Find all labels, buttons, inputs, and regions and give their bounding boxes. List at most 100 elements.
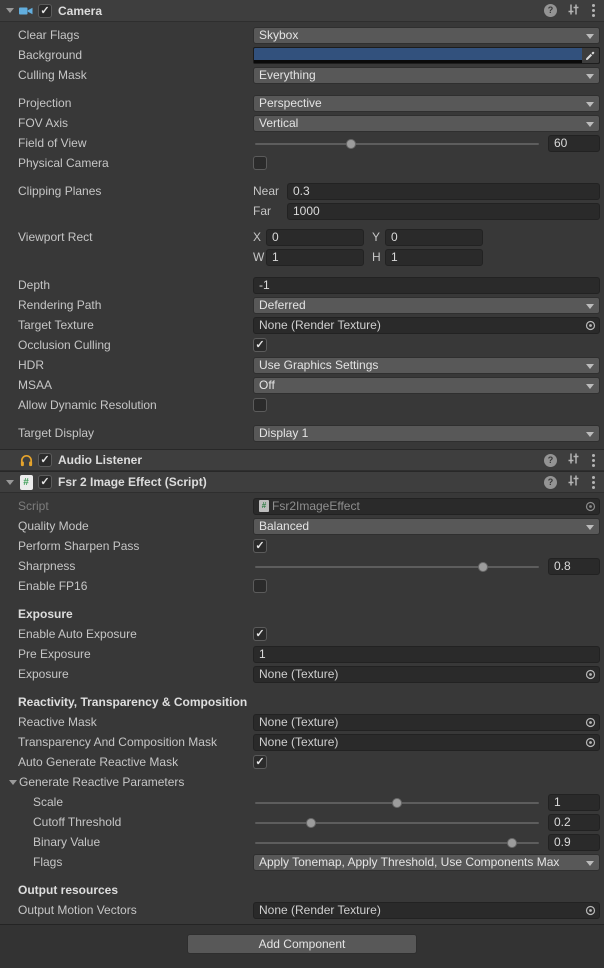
object-picker-icon[interactable] [583,319,597,332]
msaa-dropdown[interactable]: Off [253,377,600,394]
presets-icon[interactable] [567,452,580,468]
reactive-mask-row: Reactive Mask None (Texture) [0,712,604,732]
binary-value-slider[interactable] [253,834,541,851]
scale-slider[interactable] [253,794,541,811]
fsr2-enabled-checkbox[interactable]: ✓ [38,475,52,489]
y-axis-label: Y [372,230,385,244]
scale-input[interactable]: 1 [548,794,600,811]
slider-thumb[interactable] [392,798,402,808]
slider-thumb[interactable] [346,139,356,149]
kebab-menu-icon[interactable] [590,454,597,467]
help-icon[interactable]: ? [544,454,557,467]
add-component-button[interactable]: Add Component [187,934,417,954]
sharpness-input[interactable]: 0.8 [548,558,600,575]
foldout-arrow-icon[interactable] [7,776,19,788]
viewport-x-input[interactable]: 0 [266,229,364,246]
audio-listener-component-header: ✓ Audio Listener ? [0,449,604,471]
target-display-row: Target Display Display 1 [0,423,604,443]
auto-generate-reactive-mask-checkbox[interactable]: ✓ [253,755,267,769]
projection-dropdown[interactable]: Perspective [253,95,600,112]
transparency-mask-value: None (Texture) [259,735,338,749]
quality-mode-label: Quality Mode [18,519,253,533]
background-color-swatch[interactable] [254,48,582,60]
binary-value-input[interactable]: 0.9 [548,834,600,851]
foldout-arrow-icon[interactable] [4,476,16,488]
slider-track[interactable] [255,143,539,145]
culling-mask-dropdown[interactable]: Everything [253,67,600,84]
help-icon[interactable]: ? [544,476,557,489]
slider-thumb[interactable] [306,818,316,828]
help-icon[interactable]: ? [544,4,557,17]
hdr-dropdown[interactable]: Use Graphics Settings [253,357,600,374]
slider-thumb[interactable] [478,562,488,572]
object-picker-icon[interactable] [583,668,597,681]
output-motion-vectors-object-field[interactable]: None (Render Texture) [253,902,600,919]
object-picker-icon[interactable] [583,500,597,513]
slider-track[interactable] [255,566,539,568]
cutoff-threshold-input[interactable]: 0.2 [548,814,600,831]
near-input[interactable]: 0.3 [287,183,600,200]
allow-dynamic-resolution-label: Allow Dynamic Resolution [18,398,253,412]
reactivity-section-header: Reactivity, Transparency & Composition [0,692,604,712]
flags-dropdown[interactable]: Apply Tonemap, Apply Threshold, Use Comp… [253,854,600,871]
field-of-view-slider[interactable] [253,135,541,152]
pre-exposure-input[interactable]: 1 [253,646,600,663]
target-texture-object-field[interactable]: None (Render Texture) [253,317,600,334]
slider-track[interactable] [255,842,539,844]
projection-row: Projection Perspective [0,93,604,113]
script-icon: # [18,474,34,490]
transparency-mask-object-field[interactable]: None (Texture) [253,734,600,751]
headphones-icon [18,452,34,468]
camera-enabled-checkbox[interactable]: ✓ [38,4,52,18]
exposure-object-field[interactable]: None (Texture) [253,666,600,683]
slider-track[interactable] [255,822,539,824]
culling-mask-row: Culling Mask Everything [0,65,604,85]
kebab-menu-icon[interactable] [590,4,597,17]
enable-auto-exposure-checkbox[interactable]: ✓ [253,627,267,641]
physical-camera-checkbox[interactable] [253,156,267,170]
script-object-field[interactable]: # Fsr2ImageEffect [253,498,600,515]
far-label: Far [253,204,287,218]
audio-listener-enabled-checkbox[interactable]: ✓ [38,453,52,467]
generate-reactive-parameters-label: Generate Reactive Parameters [19,775,184,789]
clipping-planes-near-row: Clipping Planes Near 0.3 [0,181,604,201]
object-picker-icon[interactable] [583,904,597,917]
cutoff-threshold-value: 0.2 [554,815,571,829]
slider-thumb[interactable] [507,838,517,848]
background-color-field[interactable] [253,47,600,64]
cutoff-threshold-slider[interactable] [253,814,541,831]
allow-dynamic-resolution-checkbox[interactable] [253,398,267,412]
eyedropper-button[interactable] [582,48,599,63]
foldout-arrow-icon[interactable] [4,5,16,17]
field-of-view-input[interactable]: 60 [548,135,600,152]
occlusion-culling-checkbox[interactable]: ✓ [253,338,267,352]
far-input[interactable]: 1000 [287,203,600,220]
depth-input[interactable]: -1 [253,277,600,294]
near-value: 0.3 [293,184,310,198]
viewport-h-input[interactable]: 1 [385,249,483,266]
pre-exposure-value: 1 [259,647,266,661]
flags-row: Flags Apply Tonemap, Apply Threshold, Us… [0,852,604,872]
viewport-w-input[interactable]: 1 [266,249,364,266]
kebab-menu-icon[interactable] [590,476,597,489]
rendering-path-dropdown[interactable]: Deferred [253,297,600,314]
binary-value-row: Binary Value 0.9 [0,832,604,852]
clear-flags-dropdown[interactable]: Skybox [253,27,600,44]
clear-flags-row: Clear Flags Skybox [0,25,604,45]
reactive-mask-object-field[interactable]: None (Texture) [253,714,600,731]
enable-fp16-checkbox[interactable] [253,579,267,593]
sharpness-slider[interactable] [253,558,541,575]
viewport-x-value: 0 [272,230,279,244]
presets-icon[interactable] [567,3,580,19]
viewport-y-input[interactable]: 0 [385,229,483,246]
quality-mode-dropdown[interactable]: Balanced [253,518,600,535]
object-picker-icon[interactable] [583,716,597,729]
fov-axis-dropdown[interactable]: Vertical [253,115,600,132]
allow-dynamic-resolution-row: Allow Dynamic Resolution [0,395,604,415]
presets-icon[interactable] [567,474,580,490]
target-display-dropdown[interactable]: Display 1 [253,425,600,442]
clear-flags-value: Skybox [259,28,298,42]
object-picker-icon[interactable] [583,736,597,749]
perform-sharpen-pass-checkbox[interactable]: ✓ [253,539,267,553]
target-display-label: Target Display [18,426,253,440]
